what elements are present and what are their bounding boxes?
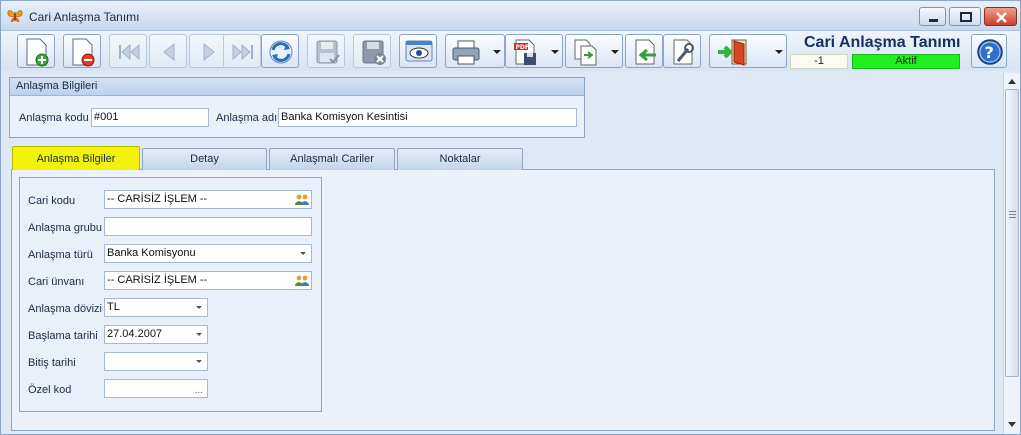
baslama-tarihi-value: 27.04.2007 [107,328,163,340]
cari-unvani-value: -- CARİSİZ İŞLEM -- [107,274,208,286]
minimize-icon [929,19,938,22]
tab-anlasmali-cariler[interactable]: Anlaşmalı Cariler [269,148,395,170]
svg-text:?: ? [985,43,994,62]
exit-dropdown-icon [775,50,783,54]
delete-record-button[interactable] [63,34,101,68]
cari-kodu-input[interactable]: -- CARİSİZ İŞLEM -- [104,190,312,209]
pdf-export-icon: PDF [514,39,536,65]
agreement-info-title: Anlaşma Bilgileri [10,78,584,96]
people-lookup-icon[interactable] [295,193,309,206]
record-id: -1 [790,54,848,69]
anlasma-turu-value: Banka Komisyonu [107,247,196,259]
prev-record-button[interactable] [149,34,187,68]
grip-line [1009,214,1016,215]
save-icon [316,40,340,64]
tab-anlasma-bilgiler[interactable]: Anlaşma Bilgiler [12,146,140,170]
chevron-down-icon [300,252,306,255]
anlasma-grubu-input[interactable] [104,217,312,236]
print-button[interactable] [445,34,505,68]
print-dropdown-icon [493,50,501,54]
import-document-icon [635,39,656,65]
exit-button[interactable] [709,34,787,68]
tab-noktalar[interactable]: Noktalar [397,148,523,170]
anlasma-turu-label: Anlaşma türü [28,249,93,261]
ellipsis-button[interactable]: ... [195,382,203,397]
close-icon [996,12,1007,23]
help-icon: ? [977,39,1003,65]
form-title: Cari Anlaşma Tanımı [804,34,961,51]
pdf-dropdown-icon [551,50,559,54]
maximize-button[interactable] [949,7,981,26]
minimize-button[interactable] [919,7,946,26]
new-record-icon [26,38,49,67]
anlasma-grubu-label: Anlaşma grubu [28,222,102,234]
baslama-tarihi-picker[interactable]: 27.04.2007 [104,325,208,344]
agreement-name-label: Anlaşma adı [216,112,278,124]
last-record-button[interactable] [223,34,261,68]
copy-document-icon [574,39,597,66]
save-button[interactable] [307,34,345,68]
anlasma-dovizi-select[interactable]: TL [104,298,208,317]
exit-door-icon [718,39,747,66]
delete-record-icon [72,38,95,67]
cari-kodu-value: -- CARİSİZ İŞLEM -- [107,193,208,205]
baslama-tarihi-label: Başlama tarihi [28,330,98,342]
refresh-icon [269,40,293,64]
chevron-down-icon [196,360,202,363]
copy-dropdown-icon [611,50,619,54]
cancel-save-icon [362,40,386,65]
people-lookup-icon[interactable] [295,274,309,287]
ozel-kod-input[interactable]: ... [104,379,208,398]
copy-document-button[interactable] [565,34,623,68]
cari-unvani-input[interactable]: -- CARİSİZ İŞLEM -- [104,271,312,290]
settings-document-icon [673,39,694,65]
status-badge: Aktif [852,54,960,69]
title-bar: Cari Anlaşma Tanımı [1,1,1020,31]
close-button[interactable] [984,7,1017,26]
cari-unvani-label: Cari ünvanı [28,276,85,288]
next-record-button[interactable] [189,34,227,68]
agreement-code-label: Anlaşma kodu [19,112,89,124]
anlasma-dovizi-value: TL [107,301,120,313]
butterfly-icon [7,10,23,22]
preview-icon [405,40,433,62]
vertical-scrollbar[interactable] [1003,73,1020,434]
scroll-thumb[interactable] [1005,89,1019,377]
svg-text:PDF: PDF [516,44,529,51]
import-document-button[interactable] [625,34,663,68]
new-record-button[interactable] [17,34,55,68]
refresh-button[interactable] [261,34,299,68]
chevron-down-icon [196,306,202,309]
tab-detay[interactable]: Detay [142,148,267,170]
help-button[interactable]: ? [971,34,1007,68]
bitis-tarihi-label: Bitiş tarihi [28,357,76,369]
pdf-export-button[interactable]: PDF [505,34,563,68]
window-title: Cari Anlaşma Tanımı [29,10,140,24]
last-record-icon [232,43,253,61]
app-window: Cari Anlaşma Tanımı PDF Cari Anlaşma Tan… [0,0,1021,435]
agreement-form-panel [19,177,322,412]
first-record-icon [119,43,140,61]
bitis-tarihi-picker[interactable] [104,352,208,371]
grip-line [1009,217,1016,218]
settings-document-button[interactable] [663,34,701,68]
prev-record-icon [163,42,175,62]
preview-button[interactable] [399,34,437,68]
cari-kodu-label: Cari kodu [28,195,76,207]
maximize-icon [960,12,972,22]
agreement-name-input[interactable]: Banka Komisyon Kesintisi [278,108,577,127]
scroll-up-icon[interactable] [1008,79,1016,84]
cancel-save-button[interactable] [353,34,391,68]
print-icon [452,40,480,65]
agreement-code-input[interactable]: #001 [91,108,209,127]
anlasma-dovizi-label: Anlaşma dövizi [28,303,102,315]
chevron-down-icon [196,333,202,336]
grip-line [1009,211,1016,212]
anlasma-turu-select[interactable]: Banka Komisyonu [104,244,312,263]
first-record-button[interactable] [109,34,147,68]
ozel-kod-label: Özel kod [28,384,72,396]
scroll-down-icon[interactable] [1008,422,1016,427]
